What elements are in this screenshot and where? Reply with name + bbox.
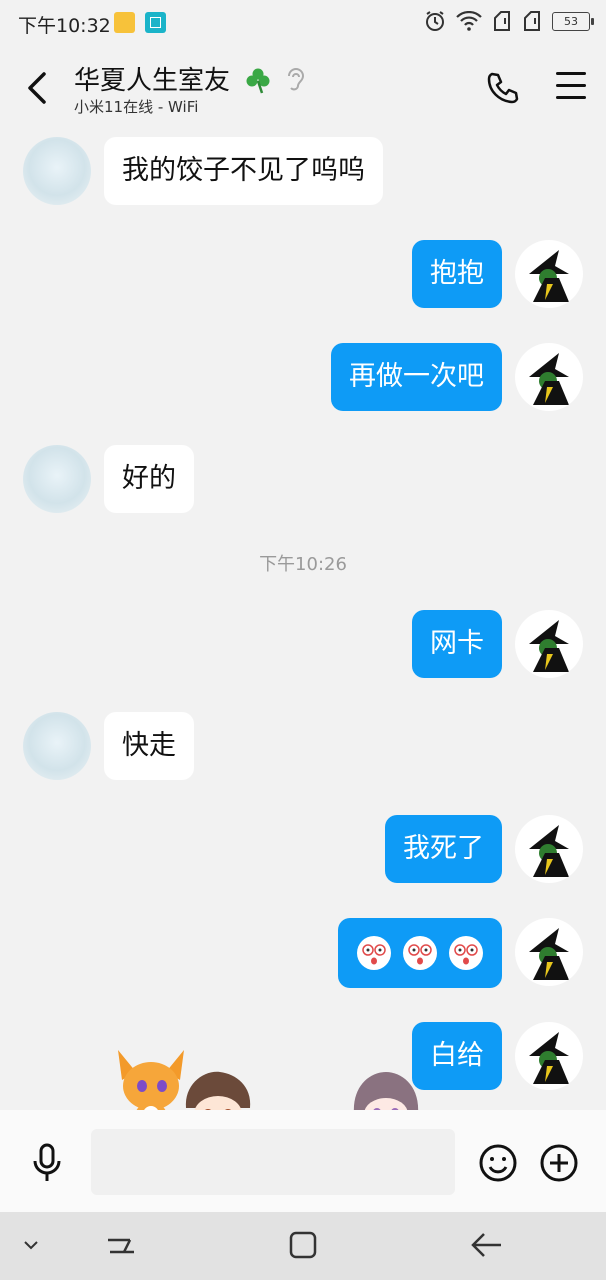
surprised-face-icon [449, 936, 483, 970]
chat-input-bar [0, 1110, 606, 1212]
my-avatar[interactable] [515, 610, 583, 678]
contact-avatar[interactable] [23, 712, 91, 780]
chat-header: 华夏人生室友 小米11在线 - WiFi [0, 46, 606, 128]
system-nav-bar [0, 1212, 606, 1280]
wifi-icon [456, 11, 482, 31]
microphone-icon[interactable] [30, 1143, 64, 1183]
clover-icon[interactable] [244, 66, 272, 94]
scan-icon [145, 12, 166, 33]
recent-apps-icon[interactable] [104, 1230, 136, 1260]
signal-icon [524, 11, 540, 31]
chevron-down-icon[interactable] [22, 1238, 40, 1252]
contact-avatar[interactable] [23, 445, 91, 513]
message-bubble[interactable]: 快走 [104, 712, 194, 780]
notes-icon [114, 12, 135, 33]
back-nav-icon[interactable] [470, 1230, 504, 1260]
message-bubble[interactable]: 我死了 [385, 815, 502, 883]
message-bubble[interactable]: 我的饺子不见了呜呜 [104, 137, 383, 205]
plus-icon[interactable] [539, 1143, 579, 1183]
message-bubble[interactable]: 网卡 [412, 610, 502, 678]
my-avatar[interactable] [515, 918, 583, 986]
status-time: 下午10:32 [18, 15, 111, 37]
surprised-face-icon [403, 936, 437, 970]
message-input[interactable] [91, 1129, 455, 1195]
surprised-face-icon [357, 936, 391, 970]
status-bar: 下午10:32 53 [0, 0, 606, 46]
menu-icon[interactable] [556, 72, 586, 100]
my-avatar[interactable] [515, 815, 583, 883]
my-avatar[interactable] [515, 343, 583, 411]
message-bubble[interactable]: 再做一次吧 [331, 343, 502, 411]
my-avatar[interactable] [515, 240, 583, 308]
message-bubble[interactable]: 好的 [104, 445, 194, 513]
back-icon[interactable] [22, 68, 54, 108]
message-timestamp: 下午10:26 [259, 554, 347, 575]
status-icons: 53 [424, 10, 594, 32]
signal-icon [494, 11, 510, 31]
ear-icon[interactable] [284, 66, 306, 94]
contact-avatar[interactable] [23, 137, 91, 205]
phone-icon[interactable] [484, 70, 520, 106]
chat-subtitle: 小米11在线 - WiFi [74, 98, 199, 116]
chat-title[interactable]: 华夏人生室友 [74, 60, 230, 97]
emoji-icon[interactable] [478, 1143, 518, 1183]
home-icon[interactable] [288, 1230, 318, 1260]
message-bubble[interactable]: 抱抱 [412, 240, 502, 308]
message-bubble-emoji[interactable] [338, 918, 502, 988]
alarm-icon [426, 11, 444, 31]
battery-icon: 53 [552, 11, 594, 31]
